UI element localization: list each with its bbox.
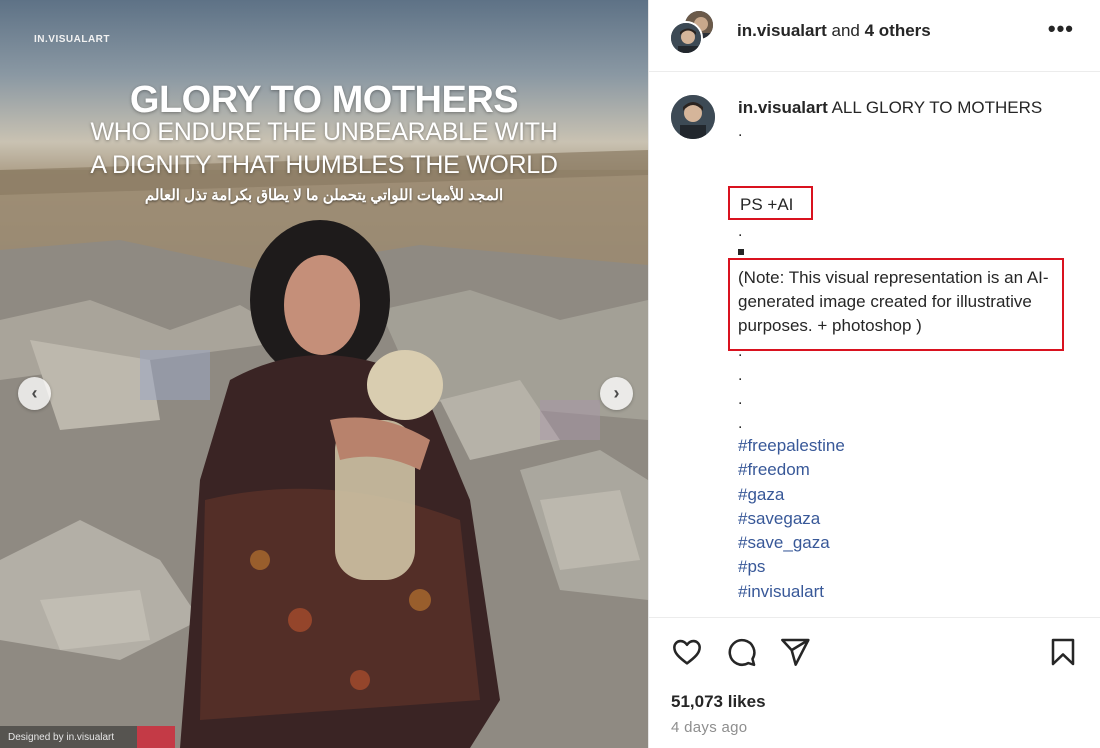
collaborators-link[interactable]: 4 others <box>865 21 931 40</box>
brand-watermark: IN.VISUALART <box>34 34 110 45</box>
hashtag-link[interactable]: #gaza <box>738 483 845 507</box>
more-options-button[interactable]: ••• <box>1048 16 1074 42</box>
caption-dot: . <box>738 367 743 384</box>
caption-dot: . <box>738 415 743 432</box>
caption-area: in.visualart ALL GLORY TO MOTHERS . PS +… <box>649 72 1100 617</box>
caption-dot: . <box>738 391 743 408</box>
caption-header: in.visualart ALL GLORY TO MOTHERS <box>738 98 1042 118</box>
designer-credit-text: Designed by in.visualart <box>8 731 115 743</box>
share-button[interactable] <box>779 636 811 673</box>
bookmark-icon <box>1051 638 1075 666</box>
owner-connector: and <box>831 21 860 40</box>
bullet-mark <box>738 249 744 255</box>
brand-logo <box>137 726 175 748</box>
hashtag-link[interactable]: #savegaza <box>738 507 845 531</box>
image-headline: GLORY TO MOTHERS <box>129 79 519 121</box>
ps-ai-label: PS +AI <box>728 186 813 220</box>
caption-text: ALL GLORY TO MOTHERS <box>831 98 1043 117</box>
hashtag-link[interactable]: #freepalestine <box>738 434 845 458</box>
like-count[interactable]: 51,073 likes <box>671 692 766 712</box>
post-owner[interactable]: in.visualart and 4 others <box>737 21 931 41</box>
hashtag-link[interactable]: #ps <box>738 555 845 579</box>
caption-username[interactable]: in.visualart <box>738 98 828 117</box>
post-timestamp[interactable]: 4 days ago <box>671 719 747 736</box>
like-button[interactable] <box>671 636 703 673</box>
image-subheadline-line-1: WHO ENDURE THE UNBEARABLE WITH <box>90 118 558 146</box>
caption-dot: . <box>738 343 743 360</box>
caption-dot: . <box>738 223 743 240</box>
ai-note-text: (Note: This visual representation is an … <box>738 268 1049 335</box>
caption-dot: . <box>738 123 743 140</box>
ai-note: (Note: This visual representation is an … <box>728 258 1064 351</box>
heart-icon <box>673 639 701 665</box>
image-arabic-headline: المجد للأمهات اللواتي يتحملن ما لا يطاق … <box>144 187 504 204</box>
hashtag-list: #freepalestine #freedom #gaza #savegaza … <box>738 434 845 604</box>
hashtag-link[interactable]: #invisualart <box>738 580 845 604</box>
carousel-next-button[interactable]: › <box>600 377 633 410</box>
send-icon <box>781 638 810 666</box>
save-button[interactable] <box>1047 636 1079 673</box>
hashtag-link[interactable]: #freedom <box>738 458 845 482</box>
designer-credit: Designed by in.visualart <box>0 726 175 748</box>
comment-button[interactable] <box>725 636 757 673</box>
chevron-left-icon: ‹ <box>31 383 38 403</box>
avatar[interactable] <box>669 21 703 55</box>
post-header: in.visualart and 4 others ••• <box>649 0 1100 72</box>
image-subheadline-line-2: A DIGNITY THAT HUMBLES THE WORLD <box>90 151 558 179</box>
owner-username[interactable]: in.visualart <box>737 21 827 40</box>
carousel-prev-button[interactable]: ‹ <box>18 377 51 410</box>
hashtag-link[interactable]: #save_gaza <box>738 531 845 555</box>
avatar[interactable] <box>671 95 715 139</box>
more-horizontal-icon: ••• <box>1047 16 1074 41</box>
ps-ai-text: PS +AI <box>740 195 794 214</box>
post-actions: 51,073 likes 4 days ago <box>649 617 1100 748</box>
post-image: IN.VISUALART GLORY TO MOTHERS WHO ENDURE… <box>0 0 648 748</box>
chevron-right-icon: › <box>613 383 620 403</box>
comment-icon <box>728 638 756 667</box>
post-side-panel: in.visualart and 4 others ••• in.visuala… <box>648 0 1100 748</box>
